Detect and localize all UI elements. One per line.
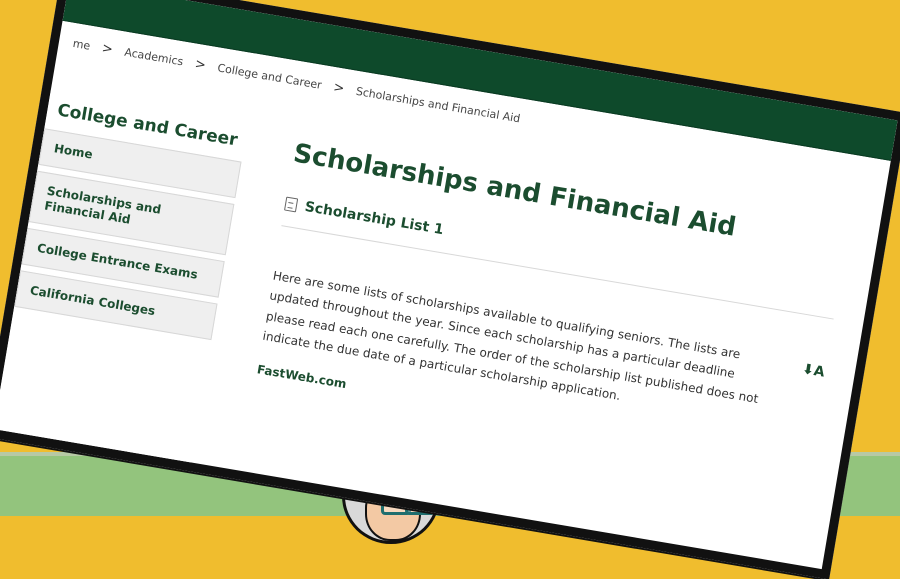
chevron-right-icon: > (193, 56, 208, 73)
breadcrumb-college-career[interactable]: College and Career (217, 61, 323, 91)
pdf-icon (284, 196, 299, 213)
sidebar: College and Career Home Scholarships and… (0, 88, 249, 468)
translate-icon[interactable]: ⬇A (801, 361, 826, 381)
chevron-right-icon: > (332, 79, 346, 97)
fastweb-link[interactable]: FastWeb.com (256, 362, 348, 391)
chevron-right-icon: > (100, 40, 115, 57)
scholarship-list-label: Scholarship List 1 (303, 198, 445, 239)
breadcrumb-academics[interactable]: Academics (124, 45, 185, 68)
breadcrumb-home[interactable]: me (72, 36, 91, 52)
main-content: Scholarships and Financial Aid Scholarsh… (256, 138, 848, 470)
